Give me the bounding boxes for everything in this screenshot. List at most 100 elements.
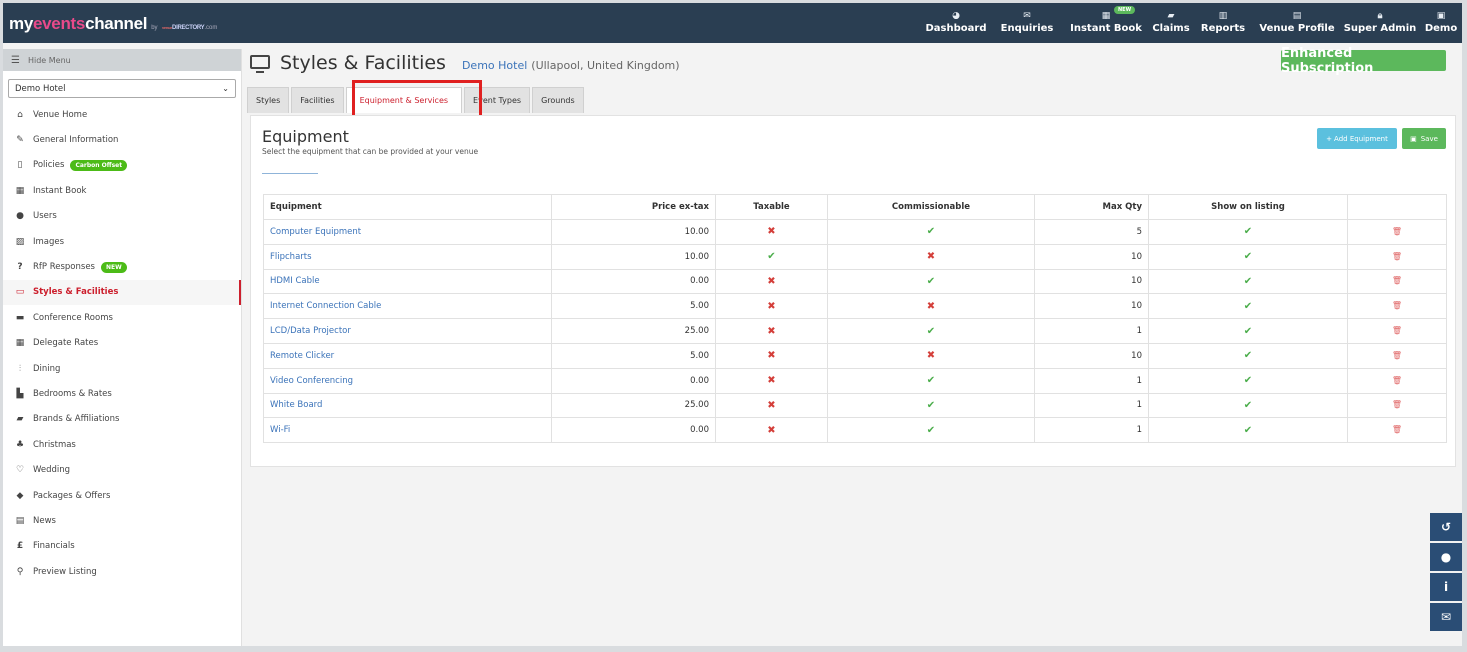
equipment-name-link[interactable]: White Board bbox=[263, 392, 552, 419]
max-qty-cell: 10 bbox=[1034, 293, 1149, 320]
equipment-name-link[interactable]: Computer Equipment bbox=[263, 219, 552, 245]
taxable-no-cross-icon[interactable]: ✖ bbox=[767, 425, 775, 436]
taxable-no-cross-icon[interactable]: ✖ bbox=[767, 301, 775, 312]
trash-icon[interactable]: 🗑︎ bbox=[1392, 376, 1402, 385]
sidebar-item-wedding[interactable]: ♡ Wedding bbox=[3, 457, 241, 482]
show-on-listing-yes-check-icon[interactable]: ✔ bbox=[1244, 375, 1252, 386]
trash-icon[interactable]: 🗑︎ bbox=[1392, 326, 1402, 335]
nav-venue-profile[interactable]: ▤ Venue Profile bbox=[1254, 3, 1340, 43]
sidebar-item-users[interactable]: ● Users bbox=[3, 204, 241, 229]
sidebar-item-preview-listing[interactable]: ⚲ Preview Listing bbox=[3, 559, 241, 584]
sidebar-item-dining[interactable]: ⫶ Dining bbox=[3, 356, 241, 381]
show-on-listing-yes-check-icon[interactable]: ✔ bbox=[1244, 350, 1252, 361]
sidebar-item-bedrooms-rates[interactable]: ▙ Bedrooms & Rates bbox=[3, 381, 241, 406]
show-on-listing-yes-check-icon[interactable]: ✔ bbox=[1244, 301, 1252, 312]
commissionable-no-cross-icon[interactable]: ✖ bbox=[927, 301, 935, 312]
tab-facilities[interactable]: Facilities bbox=[291, 87, 344, 113]
commissionable-yes-check-icon[interactable]: ✔ bbox=[927, 326, 935, 337]
commissionable-yes-check-icon[interactable]: ✔ bbox=[927, 375, 935, 386]
hide-menu-toggle[interactable]: ☰ Hide Menu bbox=[3, 49, 241, 71]
section-divider bbox=[262, 173, 318, 174]
taxable-no-cross-icon[interactable]: ✖ bbox=[767, 226, 775, 237]
nav-claims[interactable]: ▰ Claims bbox=[1150, 3, 1192, 43]
taxable-no-cross-icon[interactable]: ✖ bbox=[767, 326, 775, 337]
show-on-listing-cell: ✔ bbox=[1148, 367, 1348, 394]
table-row: Video Conferencing 0.00 ✖ ✔ 1 ✔ 🗑︎ bbox=[263, 367, 1447, 394]
tab-grounds[interactable]: Grounds bbox=[532, 87, 584, 113]
equipment-name-link[interactable]: Flipcharts bbox=[263, 243, 552, 270]
commissionable-no-cross-icon[interactable]: ✖ bbox=[927, 350, 935, 361]
show-on-listing-yes-check-icon[interactable]: ✔ bbox=[1244, 251, 1252, 262]
price-cell: 25.00 bbox=[551, 392, 716, 419]
sidebar-item-christmas[interactable]: ♣ Christmas bbox=[3, 432, 241, 457]
nav-dashboard[interactable]: ◕ Dashboard bbox=[920, 3, 992, 43]
tab-event-types[interactable]: Event Types bbox=[464, 87, 531, 113]
trash-icon[interactable]: 🗑︎ bbox=[1392, 351, 1402, 360]
commissionable-yes-check-icon[interactable]: ✔ bbox=[927, 425, 935, 436]
trash-icon[interactable]: 🗑︎ bbox=[1392, 425, 1402, 434]
sidebar-item-rfp-responses[interactable]: ? RfP Responses NEW bbox=[3, 254, 241, 279]
taxable-yes-check-icon[interactable]: ✔ bbox=[767, 251, 775, 262]
trash-icon[interactable]: 🗑︎ bbox=[1392, 252, 1402, 261]
sidebar-item-news[interactable]: ▤ News bbox=[3, 508, 241, 533]
building-icon: ▤ bbox=[1292, 11, 1302, 21]
nav-enquiries[interactable]: ✉ Enquiries bbox=[992, 3, 1062, 43]
equipment-name-link[interactable]: Remote Clicker bbox=[263, 342, 552, 369]
table-row: White Board 25.00 ✖ ✔ 1 ✔ 🗑︎ bbox=[263, 392, 1447, 419]
show-on-listing-yes-check-icon[interactable]: ✔ bbox=[1244, 400, 1252, 411]
page-title: Styles & Facilities bbox=[280, 52, 446, 74]
sidebar-item-general-information[interactable]: ✎ General Information bbox=[3, 127, 241, 152]
sidebar-item-images[interactable]: ▨ Images bbox=[3, 229, 241, 254]
app-window: myeventschannel by venueDIRECTORY.com ◕ D… bbox=[3, 3, 1462, 646]
show-on-listing-yes-check-icon[interactable]: ✔ bbox=[1244, 226, 1252, 237]
add-equipment-button[interactable]: + Add Equipment bbox=[1317, 128, 1397, 149]
equipment-name-link[interactable]: HDMI Cable bbox=[263, 268, 552, 295]
info-icon[interactable]: i bbox=[1430, 573, 1462, 601]
commissionable-yes-check-icon[interactable]: ✔ bbox=[927, 226, 935, 237]
equipment-name-link[interactable]: Video Conferencing bbox=[263, 367, 552, 394]
nav-super-admin[interactable]: 🔒︎ Super Admin bbox=[1340, 3, 1420, 43]
equipment-name-link[interactable]: Internet Connection Cable bbox=[263, 293, 552, 320]
show-on-listing-yes-check-icon[interactable]: ✔ bbox=[1244, 276, 1252, 287]
sidebar-item-brands-affiliations[interactable]: ▰ Brands & Affiliations bbox=[3, 407, 241, 432]
sidebar-item-styles-facilities[interactable]: ▭ Styles & Facilities bbox=[3, 279, 241, 306]
mail-icon[interactable]: ✉ bbox=[1430, 603, 1462, 631]
venue-name-link[interactable]: Demo Hotel bbox=[462, 59, 527, 72]
commissionable-no-cross-icon[interactable]: ✖ bbox=[927, 251, 935, 262]
sidebar-item-financials[interactable]: £ Financials bbox=[3, 534, 241, 559]
sidebar-item-policies[interactable]: ▯ Policies Carbon Offset bbox=[3, 153, 241, 178]
nav-reports[interactable]: ▥ Reports bbox=[1192, 3, 1254, 43]
commissionable-cell: ✖ bbox=[827, 293, 1035, 320]
trash-icon[interactable]: 🗑︎ bbox=[1392, 301, 1402, 310]
taxable-no-cross-icon[interactable]: ✖ bbox=[767, 276, 775, 287]
equipment-name-link[interactable]: Wi-Fi bbox=[263, 417, 552, 444]
venue-select[interactable]: Demo Hotel ⌄ bbox=[8, 79, 236, 98]
trash-icon[interactable]: 🗑︎ bbox=[1392, 227, 1402, 236]
brand-logo[interactable]: myeventschannel by venueDIRECTORY.com bbox=[9, 14, 217, 34]
tab-styles[interactable]: Styles bbox=[247, 87, 290, 113]
chat-icon[interactable]: ● bbox=[1430, 543, 1462, 571]
tab-equipment-services[interactable]: Equipment & Services bbox=[345, 87, 463, 113]
equipment-name-link[interactable]: LCD/Data Projector bbox=[263, 318, 552, 344]
show-on-listing-yes-check-icon[interactable]: ✔ bbox=[1244, 425, 1252, 436]
taxable-no-cross-icon[interactable]: ✖ bbox=[767, 375, 775, 386]
trash-icon[interactable]: 🗑︎ bbox=[1392, 400, 1402, 409]
commissionable-yes-check-icon[interactable]: ✔ bbox=[927, 400, 935, 411]
sidebar-item-conference-rooms[interactable]: ▬ Conference Rooms bbox=[3, 305, 241, 330]
taxable-no-cross-icon[interactable]: ✖ bbox=[767, 400, 775, 411]
trash-icon[interactable]: 🗑︎ bbox=[1392, 276, 1402, 285]
save-icon: ▣ bbox=[1410, 134, 1417, 143]
taxable-no-cross-icon[interactable]: ✖ bbox=[767, 350, 775, 361]
subscription-button[interactable]: Enhanced Subscription bbox=[1281, 46, 1446, 76]
table-row: Wi-Fi 0.00 ✖ ✔ 1 ✔ 🗑︎ bbox=[263, 417, 1447, 444]
sidebar-item-instant-book[interactable]: ▦ Instant Book bbox=[3, 178, 241, 203]
show-on-listing-yes-check-icon[interactable]: ✔ bbox=[1244, 326, 1252, 337]
commissionable-yes-check-icon[interactable]: ✔ bbox=[927, 276, 935, 287]
sidebar-item-venue-home[interactable]: ⌂ Venue Home bbox=[3, 102, 241, 127]
nav-demo-user[interactable]: ▣ Demo bbox=[1420, 3, 1462, 43]
sidebar-item-delegate-rates[interactable]: ▦ Delegate Rates bbox=[3, 331, 241, 356]
history-icon[interactable]: ↺ bbox=[1430, 513, 1462, 541]
save-button[interactable]: ▣ Save bbox=[1402, 128, 1446, 149]
sidebar-item-packages-offers[interactable]: ◆ Packages & Offers bbox=[3, 483, 241, 508]
nav-instant-book[interactable]: NEW ▦ Instant Book bbox=[1062, 3, 1150, 43]
